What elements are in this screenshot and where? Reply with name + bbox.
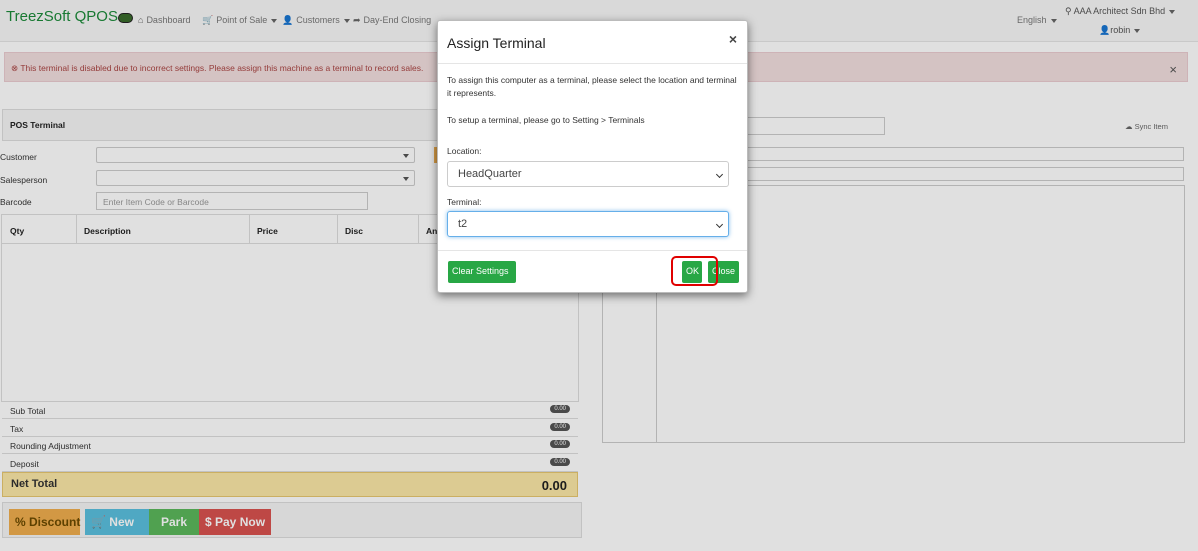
terminal-select[interactable]: t2 bbox=[447, 211, 729, 237]
modal-title: Assign Terminal bbox=[447, 35, 546, 51]
location-select[interactable]: HeadQuarter bbox=[447, 161, 729, 187]
ok-button-highlight bbox=[671, 256, 718, 286]
clear-settings-button[interactable]: Clear Settings bbox=[448, 261, 516, 283]
modal-intro-text: To assign this computer as a terminal, p… bbox=[447, 75, 737, 98]
location-label: Location: bbox=[447, 146, 482, 156]
modal-setup-text: To setup a terminal, please go to Settin… bbox=[447, 115, 645, 125]
chevron-down-icon bbox=[715, 170, 724, 179]
terminal-label: Terminal: bbox=[447, 197, 482, 207]
modal-close-icon[interactable]: × bbox=[729, 31, 737, 47]
chevron-down-icon bbox=[715, 220, 724, 229]
assign-terminal-modal: Assign Terminal × To assign this compute… bbox=[437, 20, 748, 293]
